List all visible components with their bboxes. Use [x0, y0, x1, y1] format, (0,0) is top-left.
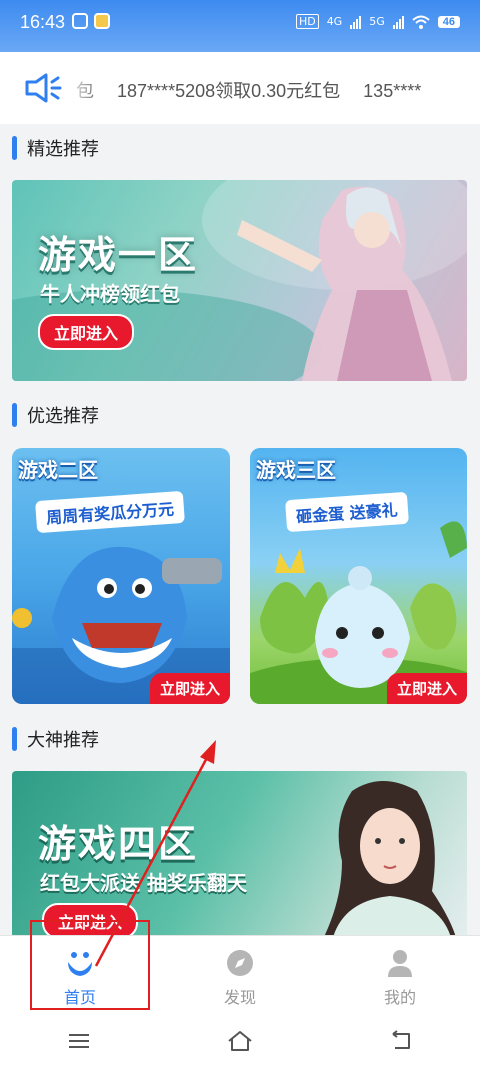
back-icon[interactable] — [389, 1030, 413, 1052]
banner-zone-1-subtitle: 牛人冲榜领红包 — [40, 282, 180, 306]
battery-indicator: 46 — [437, 15, 460, 28]
section-accent-bar — [12, 727, 17, 751]
section-master-title: 大神推荐 — [12, 726, 99, 752]
banner-zone-4-title: 游戏四区 — [38, 822, 199, 866]
notice-item: 135**** — [363, 81, 422, 101]
section-accent-bar — [12, 136, 17, 160]
wifi-icon — [412, 15, 430, 29]
card-zone-2-enter-button[interactable]: 立即进入 — [149, 673, 230, 704]
notice-marquee: 包 187****5208领取0.30元红包 135**** — [76, 77, 439, 103]
banner-zone-1-title: 游戏一区 — [38, 233, 199, 277]
compass-icon — [227, 950, 253, 976]
signal-icon — [350, 15, 362, 29]
section-featured-title: 精选推荐 — [12, 135, 99, 161]
section-accent-bar — [12, 403, 17, 427]
card-zone-3-art — [250, 521, 467, 704]
section-title-text: 精选推荐 — [27, 139, 99, 160]
annotation-highlight-box — [30, 920, 150, 1010]
hd-label: HD — [295, 14, 319, 29]
banner-zone-4[interactable]: 游戏四区 红包大派送 抽奖乐翻天 立即进入 — [12, 771, 467, 941]
nav-label-discover: 发现 — [223, 988, 256, 1007]
fade-right — [440, 52, 480, 124]
app-notification-icon — [72, 13, 88, 29]
user-icon — [388, 950, 412, 977]
card-zone-2[interactable]: 游戏二区 周周有奖瓜分万元 立即进入 — [12, 448, 230, 704]
status-time: 16:43 — [20, 12, 66, 32]
nav-item-mine[interactable]: 我的 — [320, 936, 480, 1015]
section-title-text: 优选推荐 — [27, 406, 99, 427]
notice-bar[interactable]: 包 187****5208领取0.30元红包 135**** — [0, 52, 480, 124]
status-bar: 16:43 HD 4G 5G 46 — [0, 0, 480, 52]
signal-5g-label: 5G — [369, 15, 385, 28]
status-indicators: HD 4G 5G 46 — [295, 14, 460, 29]
nav-label-mine: 我的 — [383, 988, 416, 1007]
card-zone-3-title: 游戏三区 — [256, 458, 336, 482]
banner-zone-1-enter-button[interactable]: 立即进入 — [38, 314, 135, 350]
banner-zone-4-subtitle: 红包大派送 抽奖乐翻天 — [40, 871, 247, 895]
app-notification-icon — [94, 13, 110, 29]
banner-zone-1[interactable]: 游戏一区 牛人冲榜领红包 立即进入 — [12, 180, 467, 381]
section-preferred-title: 优选推荐 — [12, 402, 99, 428]
card-zone-3[interactable]: 游戏三区 砸金蛋 送豪礼 立即进入 — [250, 448, 467, 704]
speaker-icon — [25, 73, 62, 103]
card-zone-3-enter-button[interactable]: 立即进入 — [386, 673, 467, 704]
section-title-text: 大神推荐 — [27, 730, 99, 751]
signal-icon — [392, 15, 404, 29]
signal-4g-label: 4G — [326, 15, 343, 28]
home-icon[interactable] — [226, 1029, 254, 1053]
card-zone-2-art — [12, 546, 230, 704]
card-zone-2-title: 游戏二区 — [18, 458, 98, 482]
system-nav-bar — [0, 1015, 480, 1067]
nav-item-discover[interactable]: 发现 — [160, 936, 320, 1015]
notice-item: 187****5208领取0.30元红包 — [117, 81, 341, 101]
menu-icon[interactable] — [67, 1031, 91, 1051]
fade-left — [64, 52, 104, 124]
